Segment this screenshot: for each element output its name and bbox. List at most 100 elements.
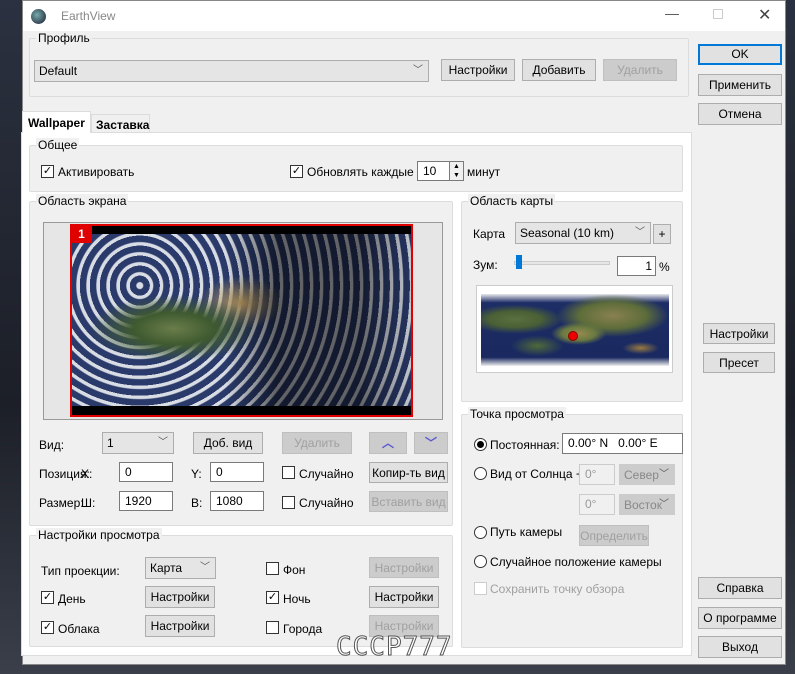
profile-settings-button[interactable]: Настройки xyxy=(441,59,515,81)
interval-unit: минут xyxy=(467,165,501,179)
screen-area-label: Область экрана xyxy=(36,194,129,208)
random-position-checkbox[interactable] xyxy=(282,466,295,479)
delete-view-button[interactable]: Удалить xyxy=(282,432,352,454)
move-down-button[interactable]: ﹀ xyxy=(414,432,448,454)
cities-label: Города xyxy=(283,622,323,636)
move-up-button[interactable]: ︿ xyxy=(369,432,407,454)
screen-preview: 1 xyxy=(43,222,443,420)
y-label: Y: xyxy=(191,467,202,481)
chevron-down-icon: ﹀ xyxy=(635,227,645,238)
window-title: EarthView xyxy=(61,9,116,23)
preset-button[interactable]: Пресет xyxy=(703,352,775,373)
help-button[interactable]: Справка xyxy=(698,577,782,599)
maximize-icon[interactable] xyxy=(713,9,723,19)
lon-direction-select[interactable]: Восток ﹀ xyxy=(619,494,675,515)
view-settings-label: Настройки просмотра xyxy=(36,528,162,542)
tab-wallpaper[interactable]: Wallpaper xyxy=(22,111,91,133)
height-input[interactable]: 1080 xyxy=(210,491,264,511)
view-settings-group: Настройки просмотра Тип проекции: Карта ﹀… xyxy=(29,528,453,647)
night-settings-button[interactable]: Настройки xyxy=(369,586,439,608)
viewpoint-label: Точка просмотра xyxy=(468,407,566,421)
random-size-label: Случайно xyxy=(299,496,354,510)
lon-direction-value: Восток xyxy=(624,498,662,512)
tab-zastavka[interactable]: Заставка xyxy=(91,114,150,133)
view-label: Вид: xyxy=(39,438,65,452)
chevron-down-icon: ﹀ xyxy=(158,437,168,448)
profile-group: Профиль Default ﹀ Настройки Добавить Удал… xyxy=(29,31,689,97)
paste-view-button[interactable]: Вставить вид xyxy=(369,491,448,512)
night-label: Ночь xyxy=(283,592,311,606)
chevron-down-icon: ﹀ xyxy=(413,65,423,76)
world-map-image xyxy=(481,294,669,366)
monitor-number-badge: 1 xyxy=(71,225,92,243)
cities-checkbox[interactable] xyxy=(266,621,279,634)
update-checkbox[interactable]: ✓ xyxy=(290,165,303,178)
zoom-input[interactable]: 1 xyxy=(617,256,656,276)
x-input[interactable]: 0 xyxy=(119,462,173,482)
ok-button[interactable]: OK xyxy=(698,44,782,65)
minimize-icon[interactable]: — xyxy=(665,5,679,21)
background-checkbox[interactable] xyxy=(266,562,279,575)
y-input[interactable]: 0 xyxy=(210,462,264,482)
fixed-radio[interactable] xyxy=(474,438,487,451)
chevron-up-icon: ︿ xyxy=(381,436,394,450)
activate-checkbox[interactable]: ✓ xyxy=(41,165,54,178)
chevron-down-icon: ﹀ xyxy=(659,469,669,480)
background-settings-button[interactable]: Настройки xyxy=(369,557,439,578)
zoom-slider-thumb[interactable] xyxy=(516,255,522,269)
view-center-marker[interactable] xyxy=(568,331,578,341)
chevron-down-icon: ﹀ xyxy=(424,436,437,450)
random-camera-label: Случайное положение камеры xyxy=(490,555,662,569)
general-label: Общее xyxy=(36,138,80,152)
save-viewpoint-label: Сохранить точку обзора xyxy=(490,582,625,596)
apply-button[interactable]: Применить xyxy=(698,74,782,96)
copy-view-button[interactable]: Копир-ть вид xyxy=(369,462,448,483)
zoom-percent: % xyxy=(659,260,670,274)
side-settings-button[interactable]: Настройки xyxy=(703,323,775,344)
profile-label: Профиль xyxy=(36,31,92,45)
map-area-label: Область карты xyxy=(468,194,556,208)
map-select[interactable]: Seasonal (10 km) ﹀ xyxy=(515,222,651,244)
app-globe-icon xyxy=(31,9,46,24)
sun-lon-input[interactable]: 0° xyxy=(579,494,615,515)
add-map-button[interactable]: + xyxy=(653,224,671,244)
profile-select[interactable]: Default ﹀ xyxy=(34,60,429,82)
spinner-arrows[interactable]: ▲ ▼ xyxy=(449,161,464,181)
camera-path-radio[interactable] xyxy=(474,526,487,539)
random-camera-radio[interactable] xyxy=(474,555,487,568)
projection-select[interactable]: Карта ﹀ xyxy=(145,557,216,579)
exit-button[interactable]: Выход xyxy=(698,636,782,658)
day-checkbox[interactable]: ✓ xyxy=(41,591,54,604)
sun-lat-input[interactable]: 0° xyxy=(579,464,615,485)
clouds-settings-button[interactable]: Настройки xyxy=(145,615,215,637)
coords-input[interactable]: 0.00° N 0.00° E xyxy=(562,433,683,454)
profile-delete-button[interactable]: Удалить xyxy=(603,59,677,81)
day-label: День xyxy=(58,592,86,606)
about-button[interactable]: О программе xyxy=(698,607,782,629)
random-size-checkbox[interactable] xyxy=(282,496,295,509)
monitor-1-preview[interactable]: 1 xyxy=(70,224,413,417)
world-map-preview[interactable] xyxy=(476,285,673,373)
fixed-label: Постоянная: xyxy=(490,438,560,452)
width-input[interactable]: 1920 xyxy=(119,491,173,511)
profile-add-button[interactable]: Добавить xyxy=(522,59,596,81)
w-label: Ш: xyxy=(81,496,96,510)
zoom-slider[interactable] xyxy=(514,261,610,265)
define-button[interactable]: Определить xyxy=(579,525,649,546)
screen-area-group: Область экрана 1 Вид: 1 ﹀ Доб. вид Удалит… xyxy=(29,194,453,526)
clouds-checkbox[interactable]: ✓ xyxy=(41,621,54,634)
save-viewpoint-checkbox[interactable] xyxy=(474,582,487,595)
view-select[interactable]: 1 ﹀ xyxy=(102,432,174,454)
map-label: Карта xyxy=(473,227,506,241)
h-label: В: xyxy=(191,496,203,510)
night-checkbox[interactable]: ✓ xyxy=(266,591,279,604)
cancel-button[interactable]: Отмена xyxy=(698,103,782,125)
sun-view-radio[interactable] xyxy=(474,467,487,480)
add-view-button[interactable]: Доб. вид xyxy=(193,432,263,454)
lat-direction-select[interactable]: Север ﹀ xyxy=(619,464,675,485)
interval-spinner[interactable]: 10 xyxy=(417,161,450,181)
wallpaper-tab-page: Общее ✓ Активировать ✓ Обновлять каждые … xyxy=(21,132,692,656)
close-icon[interactable]: ✕ xyxy=(758,5,771,25)
earthview-window: EarthView — ✕ Профиль Default ﹀ Настройки… xyxy=(21,0,786,665)
day-settings-button[interactable]: Настройки xyxy=(145,586,215,608)
